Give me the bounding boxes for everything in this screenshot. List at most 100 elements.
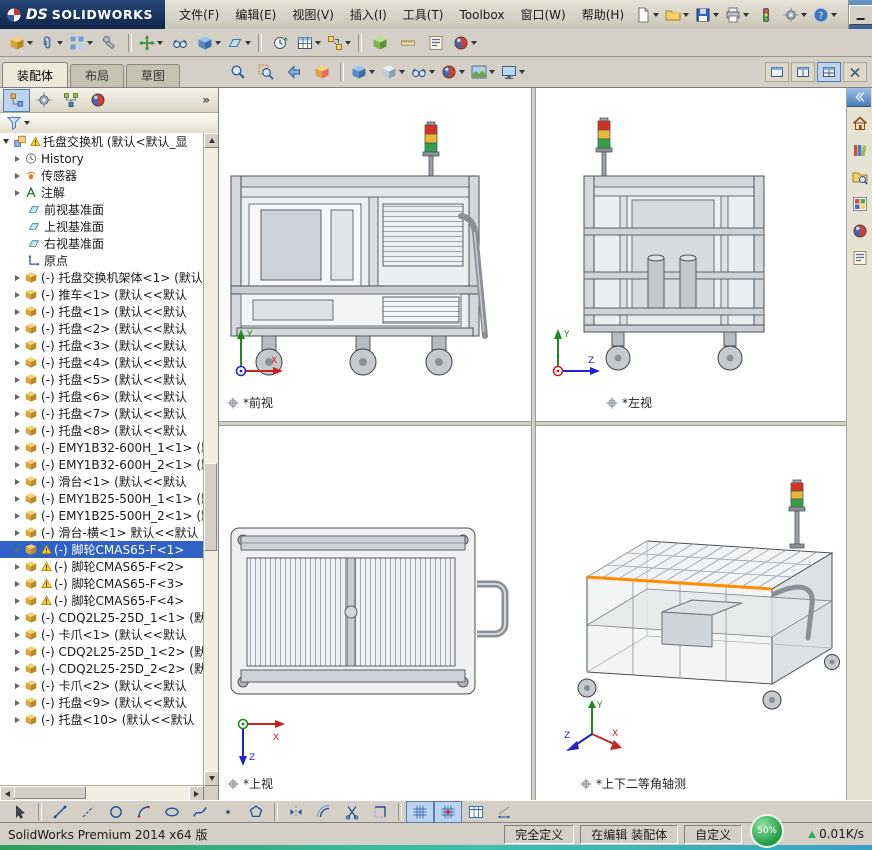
show-hidden-components-button[interactable]: [166, 31, 194, 55]
tree-item-emy1b25-500h-2-1[interactable]: (-) EMY1B25-500H_2<1> (默认: [0, 507, 204, 524]
view-orientation-dropdown-arrow[interactable]: [369, 70, 375, 74]
appearances-scenes-button[interactable]: [846, 219, 872, 243]
smart-fasteners-button[interactable]: [96, 31, 124, 55]
appearances-button[interactable]: [450, 31, 480, 55]
tree-expander-icon[interactable]: [15, 291, 20, 298]
hide-show-items-dropdown-arrow[interactable]: [429, 70, 435, 74]
tree-item-annotations[interactable]: 注解: [0, 184, 204, 201]
scroll-right-button[interactable]: [189, 786, 204, 801]
apply-scene-button[interactable]: [468, 60, 498, 84]
task-pane-collapse-button[interactable]: [847, 88, 871, 107]
bill-of-materials-button[interactable]: [294, 31, 324, 55]
viewport-four-button[interactable]: [817, 62, 841, 82]
tree-item-tray-5[interactable]: (-) 托盘<5> (默认<<默认: [0, 371, 204, 388]
zoom-to-area-button[interactable]: [252, 60, 280, 84]
tree-item-tray-6[interactable]: (-) 托盘<6> (默认<<默认: [0, 388, 204, 405]
filter-button[interactable]: [3, 111, 33, 135]
tree-item-cdq2l25-25d-2-2[interactable]: (-) CDQ2L25-25D_2<2> (默认: [0, 660, 204, 677]
filter-dropdown-arrow[interactable]: [24, 121, 30, 125]
tree-expander-icon[interactable]: [15, 274, 20, 281]
tree-horizontal-scrollbar[interactable]: [0, 785, 204, 801]
tree-expander-icon[interactable]: [15, 631, 20, 638]
close-document-button[interactable]: [843, 62, 867, 82]
tree-item-top-plane[interactable]: 上视基准面: [0, 218, 204, 235]
menu-window[interactable]: 窗口(W): [513, 2, 574, 27]
custom-properties-button[interactable]: [846, 246, 872, 270]
open-button[interactable]: [662, 3, 692, 27]
exploded-view-dropdown-arrow[interactable]: [345, 40, 351, 45]
tree-item-origin[interactable]: 原点: [0, 252, 204, 269]
tree-item-slide-cross-1[interactable]: (-) 滑台-横<1> 默认<<默认: [0, 524, 204, 541]
display-style-button[interactable]: [378, 60, 408, 84]
view-palette-button[interactable]: [846, 192, 872, 216]
open-dropdown-arrow[interactable]: [683, 12, 690, 17]
tree-expander-icon[interactable]: [15, 699, 20, 706]
new-document-dropdown-arrow[interactable]: [653, 12, 660, 17]
tree-item-right-plane[interactable]: 右视基准面: [0, 235, 204, 252]
tree-item-tray-10[interactable]: (-) 托盘<10> (默认<<默认: [0, 711, 204, 728]
tree-expander-icon[interactable]: [15, 376, 20, 383]
tree-item-tray-3[interactable]: (-) 托盘<3> (默认<<默认: [0, 337, 204, 354]
menu-insert[interactable]: 插入(I): [342, 2, 395, 27]
tree-expander-icon[interactable]: [15, 427, 20, 434]
tree-item-tray-9[interactable]: (-) 托盘<9> (默认<<默认: [0, 694, 204, 711]
trim-entities-button[interactable]: [338, 801, 366, 823]
tree-expander-icon[interactable]: [15, 512, 20, 519]
design-library-button[interactable]: [846, 138, 872, 162]
scroll-left-button[interactable]: [0, 786, 15, 801]
tree-item-cdq2l25-25d-1-2[interactable]: (-) CDQ2L25-25D_1<2> (默认: [0, 643, 204, 660]
view-settings-dropdown-arrow[interactable]: [519, 70, 525, 74]
offset-entities-button[interactable]: [310, 801, 338, 823]
sketch-point-button[interactable]: [214, 801, 242, 823]
scroll-up-button[interactable]: [204, 133, 219, 148]
tree-item-cart-1[interactable]: (-) 推车<1> (默认<<默认: [0, 286, 204, 303]
tree-expander-icon[interactable]: [15, 359, 20, 366]
tree-item-tray-1[interactable]: (-) 托盘<1> (默认<<默认: [0, 303, 204, 320]
menu-toolbox[interactable]: Toolbox: [452, 4, 513, 26]
tree-item-tray-4[interactable]: (-) 托盘<4> (默认<<默认: [0, 354, 204, 371]
tree-expander-icon[interactable]: [15, 342, 20, 349]
tree-expander-icon[interactable]: [15, 172, 20, 179]
featuremanager-button[interactable]: [3, 88, 30, 112]
propertymanager-button[interactable]: [30, 89, 57, 112]
tree-item-gripper-2[interactable]: (-) 卡爪<2> (默认<<默认: [0, 677, 204, 694]
tree-item-emy1b25-500h-1-1[interactable]: (-) EMY1B25-500H_1<1> (默认: [0, 490, 204, 507]
move-component-dropdown-arrow[interactable]: [157, 40, 163, 45]
snap-points-button[interactable]: [434, 800, 462, 823]
tree-expander-icon[interactable]: [15, 189, 20, 196]
sketch-circle-button[interactable]: [102, 801, 130, 823]
view-orientation-button[interactable]: [348, 60, 378, 84]
tree-expander-icon[interactable]: [15, 529, 20, 536]
sketch-line-button[interactable]: [46, 801, 74, 823]
edit-appearance-dropdown-arrow[interactable]: [459, 70, 465, 74]
section-view-button[interactable]: [308, 60, 336, 84]
window-minimize-button[interactable]: [849, 4, 872, 25]
tree-item-tray-2[interactable]: (-) 托盘<2> (默认<<默认: [0, 320, 204, 337]
design-table-button[interactable]: [462, 801, 490, 823]
tree-expander-icon[interactable]: [15, 648, 20, 655]
tree-expander-icon[interactable]: [3, 139, 9, 144]
viewport-splitter-vertical[interactable]: [531, 88, 536, 800]
tree-item-front-plane[interactable]: 前视基准面: [0, 201, 204, 218]
viewport-isometric[interactable]: Y X Z *上下二等角轴测: [536, 426, 846, 800]
tree-expander-icon[interactable]: [15, 546, 20, 553]
bill-of-materials-dropdown-arrow[interactable]: [315, 40, 321, 45]
save-button[interactable]: [692, 3, 722, 27]
mate-dropdown-arrow[interactable]: [57, 40, 63, 45]
menu-edit[interactable]: 编辑(E): [227, 2, 284, 27]
options-button[interactable]: [780, 3, 810, 27]
vertical-scroll-thumb[interactable]: [204, 463, 217, 551]
grid-snap-button[interactable]: [406, 800, 434, 823]
tree-expander-icon[interactable]: [15, 563, 20, 570]
sketch-spline-button[interactable]: [186, 801, 214, 823]
rebuild-button[interactable]: [752, 3, 780, 27]
sketch-ellipse-button[interactable]: [158, 801, 186, 823]
tree-item-tray-7[interactable]: (-) 托盘<7> (默认<<默认: [0, 405, 204, 422]
tree-item-caster-cmas65-f-3[interactable]: (-) 脚轮CMAS65-F<3>: [0, 575, 204, 592]
viewport-top[interactable]: X Z *上视: [219, 426, 531, 800]
save-dropdown-arrow[interactable]: [713, 12, 720, 17]
tree-item-tray-8[interactable]: (-) 托盘<8> (默认<<默认: [0, 422, 204, 439]
tree-expander-icon[interactable]: [15, 461, 20, 468]
print-button[interactable]: [722, 3, 752, 27]
configurationmanager-button[interactable]: [57, 89, 84, 112]
